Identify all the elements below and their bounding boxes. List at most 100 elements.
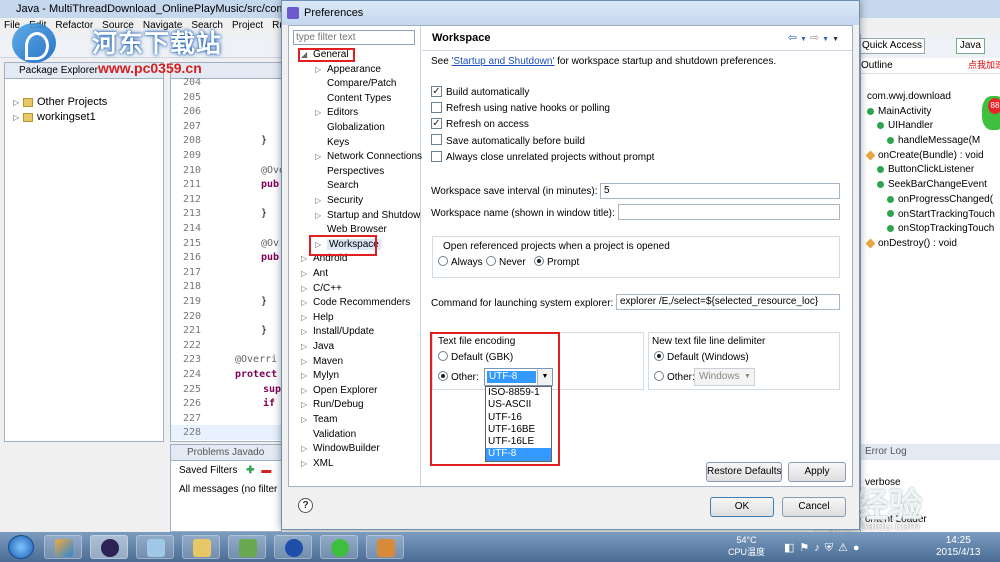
expand-twisty-icon[interactable]: ▷ bbox=[13, 110, 23, 125]
outline-item[interactable]: com.wwj.download bbox=[861, 90, 1000, 105]
pref-tree-item-team[interactable]: ▷ Team bbox=[301, 413, 337, 428]
pref-tree-item-appearance[interactable]: ▷ Appearance bbox=[315, 63, 381, 78]
pref-tree-item-help[interactable]: ▷ Help bbox=[301, 311, 334, 326]
radio-prompt[interactable]: Prompt bbox=[534, 256, 579, 270]
back-menu-icon[interactable]: ▼ bbox=[800, 36, 810, 43]
expand-twisty-icon[interactable]: ▷ bbox=[301, 413, 313, 428]
outline-item[interactable]: onStopTrackingTouch bbox=[861, 222, 1000, 237]
workspace-name-input[interactable] bbox=[618, 204, 840, 220]
pref-tree-item-content-types[interactable]: Content Types bbox=[315, 92, 391, 107]
chevron-down-icon[interactable]: ▼ bbox=[537, 369, 552, 385]
encoding-option[interactable]: US-ASCII bbox=[486, 399, 551, 411]
system-clock[interactable]: 14:25 2015/4/13 bbox=[936, 535, 981, 559]
taskbar-app-5[interactable] bbox=[228, 535, 266, 559]
warning-icon[interactable]: ⚠ bbox=[838, 542, 853, 554]
pref-tree-item-security[interactable]: ▷ Security bbox=[315, 194, 363, 209]
encoding-option[interactable]: UTF-16BE bbox=[486, 424, 551, 436]
expand-twisty-icon[interactable]: ▷ bbox=[301, 267, 313, 282]
taskbar-explorer[interactable] bbox=[182, 535, 220, 559]
pref-tree-item-validation[interactable]: Validation bbox=[301, 428, 356, 443]
checkbox-box[interactable]: ✓ bbox=[431, 85, 442, 97]
back-arrow-icon[interactable]: ⇦ bbox=[788, 32, 800, 44]
flag-icon[interactable]: ⚑ bbox=[799, 542, 814, 554]
checkbox-always-close-unrelated-projects-without-prompt[interactable]: Always close unrelated projects without … bbox=[431, 150, 654, 165]
outline-item[interactable]: onStartTrackingTouch bbox=[861, 208, 1000, 223]
startup-shutdown-link[interactable]: 'Startup and Shutdown' bbox=[452, 56, 555, 67]
expand-twisty-icon[interactable]: ▷ bbox=[301, 384, 313, 399]
expand-twisty-icon[interactable]: ▷ bbox=[315, 209, 327, 224]
pref-tree-item-install-update[interactable]: ▷ Install/Update bbox=[301, 325, 374, 340]
forward-arrow-icon[interactable]: ⇨ bbox=[810, 32, 822, 44]
pref-tree-item-compare-patch[interactable]: Compare/Patch bbox=[315, 77, 396, 92]
expand-twisty-icon[interactable]: ▷ bbox=[315, 150, 327, 165]
apply-button[interactable]: Apply bbox=[788, 462, 846, 482]
pref-tree-item-code-recommenders[interactable]: ▷ Code Recommenders bbox=[301, 296, 410, 311]
add-filter-icon[interactable]: ✚ bbox=[246, 465, 254, 476]
delimiter-other-radio[interactable]: Other: bbox=[654, 371, 695, 385]
tab-error-log[interactable]: Error Log bbox=[861, 444, 1000, 460]
package-tree-item[interactable]: ▷ workingset1 bbox=[5, 110, 163, 125]
problems-tabs[interactable]: Problems Javado bbox=[171, 445, 281, 461]
expand-twisty-icon[interactable]: ▷ bbox=[301, 398, 313, 413]
expand-twisty-icon[interactable]: ▷ bbox=[301, 442, 313, 457]
expand-twisty-icon[interactable]: ▷ bbox=[13, 95, 23, 110]
system-tray[interactable]: ◧⚑♪⛨⚠● bbox=[784, 541, 865, 555]
volume-icon[interactable]: ♪ bbox=[814, 542, 825, 554]
checkbox-box[interactable]: ✓ bbox=[431, 118, 442, 130]
expand-twisty-icon[interactable]: ▷ bbox=[301, 457, 313, 472]
ok-button[interactable]: OK bbox=[710, 497, 774, 517]
pref-tree-item-mylyn[interactable]: ▷ Mylyn bbox=[301, 369, 339, 384]
expand-twisty-icon[interactable]: ▷ bbox=[315, 106, 327, 121]
network-icon[interactable]: ◧ bbox=[784, 542, 799, 554]
all-messages-filter[interactable]: All messages (no filter bbox=[171, 480, 281, 499]
pref-tree-item-run-debug[interactable]: ▷ Run/Debug bbox=[301, 398, 364, 413]
pref-tree-item-open-explorer[interactable]: ▷ Open Explorer bbox=[301, 384, 377, 399]
checkbox-box[interactable] bbox=[431, 150, 442, 162]
checkbox-box[interactable] bbox=[431, 102, 442, 114]
taskbar-app-8[interactable] bbox=[366, 535, 404, 559]
taskbar-app-6[interactable] bbox=[274, 535, 312, 559]
outline-item[interactable]: onDestroy() : void bbox=[861, 237, 1000, 252]
encoding-option[interactable]: UTF-16LE bbox=[486, 436, 551, 448]
quick-access-field[interactable]: Quick Access bbox=[861, 38, 926, 54]
checkbox-refresh-on-access[interactable]: ✓ Refresh on access bbox=[431, 118, 529, 132]
checkbox-save-automatically-before-build[interactable]: Save automatically before build bbox=[431, 134, 585, 149]
radio-always[interactable]: Always bbox=[438, 256, 483, 270]
help-icon[interactable]: ? bbox=[298, 498, 313, 513]
delimiter-default-radio[interactable]: Default (Windows) bbox=[654, 351, 749, 365]
taskbar-app-1[interactable] bbox=[44, 535, 82, 559]
pref-tree-item-startup-and-shutdow[interactable]: ▷ Startup and Shutdow bbox=[315, 209, 420, 224]
encoding-combo[interactable]: UTF-8 ▼ bbox=[484, 368, 553, 386]
outline-item[interactable]: MainActivity bbox=[861, 105, 1000, 120]
save-interval-input[interactable]: 5 bbox=[600, 183, 840, 199]
pref-tree-item-keys[interactable]: Keys bbox=[315, 136, 349, 151]
pref-tree-item-ant[interactable]: ▷ Ant bbox=[301, 267, 328, 282]
pref-tree-item-search[interactable]: Search bbox=[315, 179, 359, 194]
checkbox-box[interactable] bbox=[431, 134, 442, 146]
remove-filter-icon[interactable]: ▬ bbox=[261, 465, 271, 476]
pref-tree-item-network-connections[interactable]: ▷ Network Connections bbox=[315, 150, 422, 165]
page-menu-icon[interactable]: ▼ bbox=[832, 36, 842, 43]
pref-tree-item-xml[interactable]: ▷ XML bbox=[301, 457, 334, 472]
expand-twisty-icon[interactable]: ▷ bbox=[301, 311, 313, 326]
filter-input[interactable] bbox=[293, 30, 415, 45]
history-nav[interactable]: ⇦▼⇨▼▼ bbox=[788, 31, 842, 44]
expand-twisty-icon[interactable]: ▷ bbox=[301, 325, 313, 340]
expand-twisty-icon[interactable]: ▷ bbox=[315, 194, 327, 209]
taskbar-app-3[interactable] bbox=[136, 535, 174, 559]
shield-icon[interactable]: ⛨ bbox=[825, 542, 838, 554]
outline-item[interactable]: UIHandler bbox=[861, 119, 1000, 134]
pref-tree-item-editors[interactable]: ▷ Editors bbox=[315, 106, 358, 121]
pref-tree-item-perspectives[interactable]: Perspectives bbox=[315, 165, 384, 180]
encoding-option[interactable]: ISO-8859-1 bbox=[486, 387, 551, 399]
encoding-other-radio[interactable]: Other: bbox=[438, 371, 479, 385]
pref-tree-item-java[interactable]: ▷ Java bbox=[301, 340, 334, 355]
radio-never[interactable]: Never bbox=[486, 256, 526, 270]
checkbox-refresh-using-native-hooks-or-polling[interactable]: Refresh using native hooks or polling bbox=[431, 102, 610, 116]
expand-twisty-icon[interactable]: ▷ bbox=[301, 340, 313, 355]
pref-tree-item-windowbuilder[interactable]: ▷ WindowBuilder bbox=[301, 442, 380, 457]
security-icon[interactable]: ● bbox=[853, 542, 865, 554]
forward-menu-icon[interactable]: ▼ bbox=[822, 36, 832, 43]
pref-tree-item-globalization[interactable]: Globalization bbox=[315, 121, 385, 136]
expand-twisty-icon[interactable]: ▷ bbox=[301, 282, 313, 297]
